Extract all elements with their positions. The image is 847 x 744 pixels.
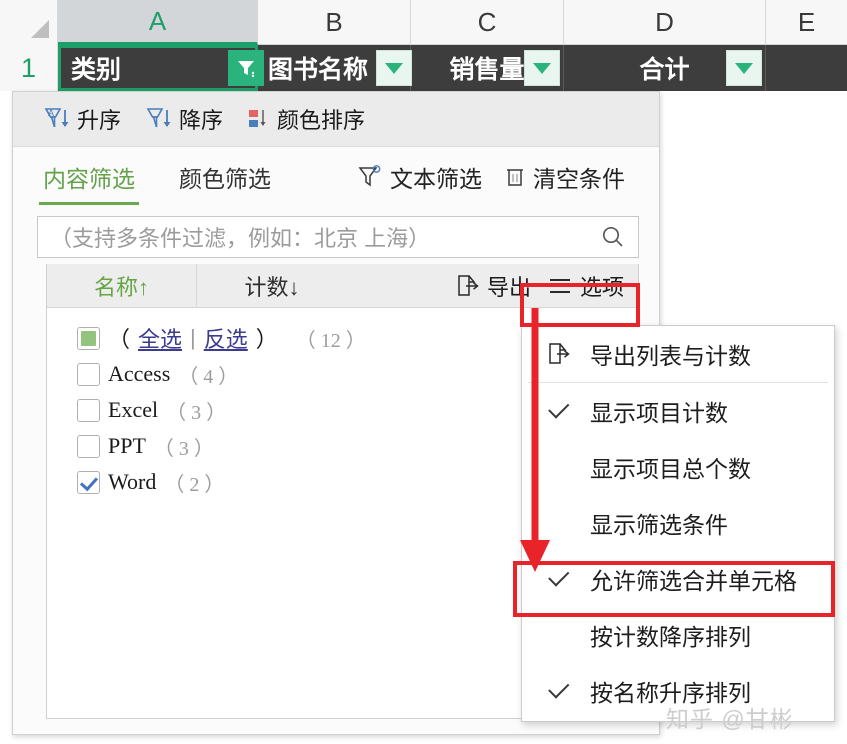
text-filter-icon <box>358 165 381 187</box>
sort-ascending-label: 升序 <box>77 108 122 133</box>
screenshot-root: A B C D E 1 类别 图书名称 销售量 合计 A 升序 降序 颜色排序 … <box>0 0 847 744</box>
sort-by-count-header[interactable]: 计数↓ <box>197 264 347 307</box>
item-checkbox-ppt[interactable] <box>77 434 100 458</box>
tab-content-filter[interactable]: 内容筛选 <box>39 156 139 205</box>
column-header-d[interactable]: D <box>564 0 766 45</box>
item-count-word: （ 2 ） <box>164 473 225 496</box>
menu-item-allow-filter-merged-cells[interactable]: 允许筛选合并单元格 <box>522 551 834 607</box>
close-paren: ） <box>255 327 278 352</box>
filter-list-header: 名称↑ 计数↓ 导出 选项 <box>47 264 638 308</box>
item-count-access: （ 4 ） <box>178 365 239 388</box>
cell-e1[interactable] <box>766 45 847 91</box>
menu-label: 按计数降序排列 <box>590 624 751 650</box>
sort-ascending-button[interactable]: A 升序 <box>35 101 127 137</box>
select-all-corner[interactable] <box>0 0 58 45</box>
sort-descending-icon <box>146 108 171 128</box>
sort-by-name-header[interactable]: 名称↑ <box>47 264 197 307</box>
menu-item-show-item-count[interactable]: 显示项目计数 <box>522 383 834 439</box>
menu-item-export-list-and-count[interactable]: 导出列表与计数 <box>522 326 834 382</box>
filter-button-b[interactable] <box>376 50 412 86</box>
svg-text:A: A <box>48 108 54 118</box>
item-count-ppt: （ 3 ） <box>153 437 214 460</box>
sort-toolbar: A 升序 降序 颜色排序 <box>13 92 659 147</box>
chevron-down-icon <box>735 62 753 74</box>
options-button[interactable]: 选项 <box>538 264 632 307</box>
item-checkbox-word[interactable] <box>77 470 100 494</box>
select-all-link[interactable]: 全选 <box>138 322 182 354</box>
menu-label: 显示项目总个数 <box>590 456 751 482</box>
row-header-1[interactable]: 1 <box>0 45 58 91</box>
check-icon <box>544 564 574 587</box>
link-divider: | <box>190 325 196 350</box>
item-count-excel: （ 3 ） <box>166 401 227 424</box>
column-header-c[interactable]: C <box>411 0 564 45</box>
sort-by-color-label: 颜色排序 <box>277 108 366 133</box>
column-header-row: A B C D E <box>0 0 847 45</box>
corner-triangle-icon <box>31 20 49 38</box>
export-icon <box>544 341 574 367</box>
options-label: 选项 <box>579 274 624 300</box>
item-label-access: Access <box>108 361 171 386</box>
invert-selection-link[interactable]: 反选 <box>204 322 248 354</box>
clear-conditions-label: 清空条件 <box>533 166 625 192</box>
select-all-count: （ 12 ） <box>295 329 366 352</box>
filter-tabs-row: 内容筛选 颜色筛选 文本筛选 清空条件 <box>13 148 659 206</box>
item-label-word: Word <box>108 469 157 494</box>
column-header-b[interactable]: B <box>258 0 411 45</box>
menu-item-show-filter-conditions[interactable]: 显示筛选条件 <box>522 495 834 551</box>
sort-descending-label: 降序 <box>179 108 224 133</box>
chevron-down-icon <box>533 62 551 74</box>
item-label-excel: Excel <box>108 397 159 422</box>
hamburger-icon <box>549 278 570 293</box>
search-icon[interactable] <box>600 224 626 250</box>
check-icon <box>544 396 574 419</box>
filter-button-a[interactable] <box>228 50 264 86</box>
text-filter-button[interactable]: 文本筛选 <box>357 160 482 194</box>
text-filter-label: 文本筛选 <box>390 166 482 192</box>
trash-icon <box>507 169 523 186</box>
menu-label: 显示筛选条件 <box>590 512 728 538</box>
export-label: 导出 <box>486 274 531 300</box>
open-paren: （ <box>108 327 131 352</box>
watermark: 知乎 @甘彬 <box>666 706 794 732</box>
search-placeholder: （支持多条件过滤，例如：北京 上海） <box>50 226 431 251</box>
filter-applied-icon <box>238 61 255 78</box>
menu-item-sort-by-count-desc[interactable]: 按计数降序排列 <box>522 607 834 663</box>
clear-conditions-button[interactable]: 清空条件 <box>504 160 625 194</box>
sort-descending-button[interactable]: 降序 <box>137 101 229 137</box>
menu-label: 导出列表与计数 <box>590 343 751 369</box>
options-dropdown-menu: 导出列表与计数 显示项目计数 显示项目总个数 显示筛选条件 允许筛选合并单元格 … <box>521 325 835 722</box>
item-label-ppt: PPT <box>108 433 146 458</box>
column-header-e[interactable]: E <box>766 0 847 45</box>
sort-ascending-icon: A <box>44 108 69 128</box>
export-button[interactable]: 导出 <box>448 264 539 307</box>
export-icon <box>458 274 479 296</box>
search-box[interactable]: （支持多条件过滤，例如：北京 上海） <box>37 216 639 258</box>
sort-by-color-icon <box>249 110 266 127</box>
select-all-checkbox[interactable] <box>77 326 100 350</box>
filter-button-c[interactable] <box>524 50 560 86</box>
check-icon <box>544 676 574 699</box>
menu-label: 显示项目计数 <box>590 400 728 426</box>
column-header-a[interactable]: A <box>58 0 258 45</box>
tab-color-filter[interactable]: 颜色筛选 <box>177 156 273 198</box>
filter-button-d[interactable] <box>726 50 762 86</box>
item-checkbox-access[interactable] <box>77 362 100 386</box>
chevron-down-icon <box>385 62 403 74</box>
menu-item-show-total-items[interactable]: 显示项目总个数 <box>522 439 834 495</box>
item-checkbox-excel[interactable] <box>77 398 100 422</box>
menu-label: 允许筛选合并单元格 <box>590 568 797 594</box>
sort-by-color-button[interactable]: 颜色排序 <box>239 101 371 137</box>
